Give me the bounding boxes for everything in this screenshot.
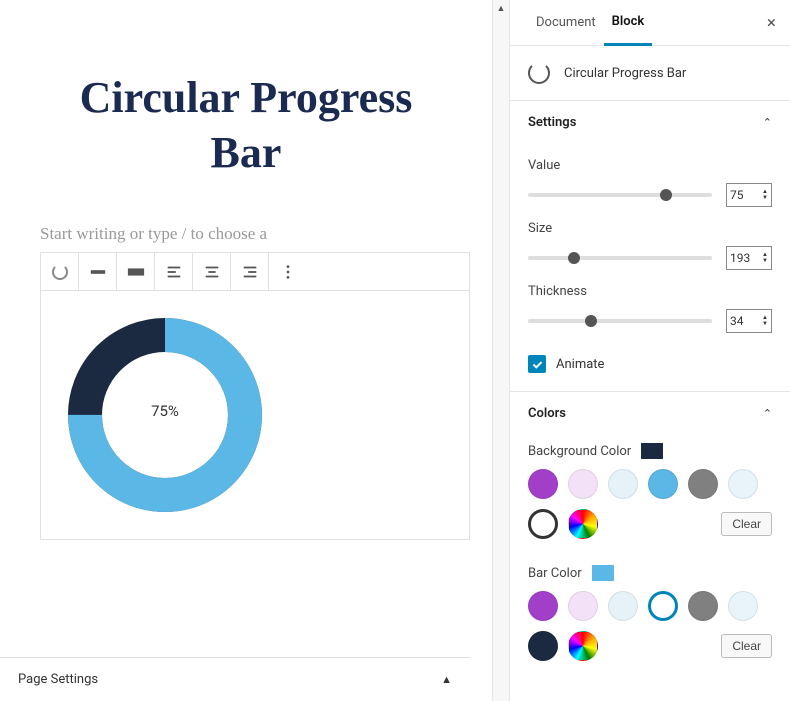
align-left-icon[interactable] <box>155 253 193 291</box>
color-swatch[interactable] <box>608 591 638 621</box>
progress-block[interactable]: 75% <box>40 252 470 540</box>
size-label: Size <box>528 221 772 236</box>
close-icon[interactable]: × <box>763 9 780 37</box>
color-swatch[interactable] <box>568 469 598 499</box>
value-input[interactable]: 75▲▼ <box>726 183 772 207</box>
bg-color-label: Background Color <box>528 444 631 459</box>
chevron-up-icon: ⌃ <box>763 116 772 129</box>
color-swatch[interactable] <box>688 469 718 499</box>
color-picker-icon[interactable] <box>568 509 598 539</box>
page-settings-panel[interactable]: Page Settings ▲ <box>0 657 470 701</box>
bar-color-label: Bar Color <box>528 566 582 581</box>
more-options-icon[interactable] <box>269 253 307 291</box>
tab-block[interactable]: Block <box>604 0 653 46</box>
bar-color-section: Bar Color Clear <box>510 557 790 661</box>
settings-panel-header[interactable]: Settings ⌃ <box>510 101 790 144</box>
color-swatch[interactable] <box>528 631 558 661</box>
progress-value-label: 75% <box>151 402 179 420</box>
color-swatch[interactable] <box>648 469 678 499</box>
chevron-up-icon: ⌃ <box>763 407 772 420</box>
color-swatch[interactable] <box>528 469 558 499</box>
vertical-scrollbar[interactable]: ▲ <box>492 0 510 701</box>
chevron-up-icon: ▲ <box>441 673 452 686</box>
block-toolbar <box>41 253 469 291</box>
block-header: Circular Progress Bar <box>510 46 790 100</box>
align-center-icon[interactable] <box>193 253 231 291</box>
page-title[interactable]: Circular Progress Bar <box>40 70 452 180</box>
value-slider[interactable] <box>528 193 712 197</box>
tab-document[interactable]: Document <box>528 0 604 46</box>
block-name-label: Circular Progress Bar <box>564 66 686 81</box>
align-wide-icon[interactable] <box>79 253 117 291</box>
color-swatch[interactable] <box>568 591 598 621</box>
color-swatch[interactable] <box>608 469 638 499</box>
thickness-input[interactable]: 34▲▼ <box>726 309 772 333</box>
progress-icon <box>528 62 550 84</box>
inspector-sidebar: Document Block × Circular Progress Bar S… <box>510 0 790 701</box>
color-swatch[interactable] <box>528 591 558 621</box>
page-settings-label: Page Settings <box>18 672 98 687</box>
animate-checkbox[interactable] <box>528 355 546 373</box>
thickness-slider[interactable] <box>528 319 712 323</box>
size-input[interactable]: 193▲▼ <box>726 246 772 270</box>
progress-preview: 75% <box>41 291 469 539</box>
thickness-label: Thickness <box>528 284 772 299</box>
background-color-section: Background Color Clear <box>510 435 790 539</box>
bar-color-indicator <box>592 565 614 581</box>
clear-bar-button[interactable]: Clear <box>721 634 772 658</box>
align-full-icon[interactable] <box>117 253 155 291</box>
colors-title: Colors <box>528 406 566 421</box>
value-label: Value <box>528 158 772 173</box>
block-type-icon[interactable] <box>41 253 79 291</box>
block-placeholder[interactable]: Start writing or type / to choose a <box>40 224 452 244</box>
animate-label: Animate <box>556 357 604 372</box>
clear-bg-button[interactable]: Clear <box>721 512 772 536</box>
editor-canvas: Circular Progress Bar Start writing or t… <box>0 0 492 701</box>
scroll-up-icon[interactable]: ▲ <box>493 0 509 16</box>
color-swatch-selected[interactable] <box>648 591 678 621</box>
size-slider[interactable] <box>528 256 712 260</box>
color-swatch[interactable] <box>728 469 758 499</box>
color-swatch[interactable] <box>688 591 718 621</box>
bg-color-indicator <box>641 443 663 459</box>
settings-title: Settings <box>528 115 576 130</box>
sidebar-tabs: Document Block × <box>510 0 790 46</box>
custom-color-swatch[interactable] <box>528 509 558 539</box>
color-picker-icon[interactable] <box>568 631 598 661</box>
settings-panel: Settings ⌃ Value 75▲▼ Size 193▲▼ <box>510 100 790 391</box>
color-swatch[interactable] <box>728 591 758 621</box>
colors-panel-header[interactable]: Colors ⌃ <box>510 391 790 435</box>
align-right-icon[interactable] <box>231 253 269 291</box>
